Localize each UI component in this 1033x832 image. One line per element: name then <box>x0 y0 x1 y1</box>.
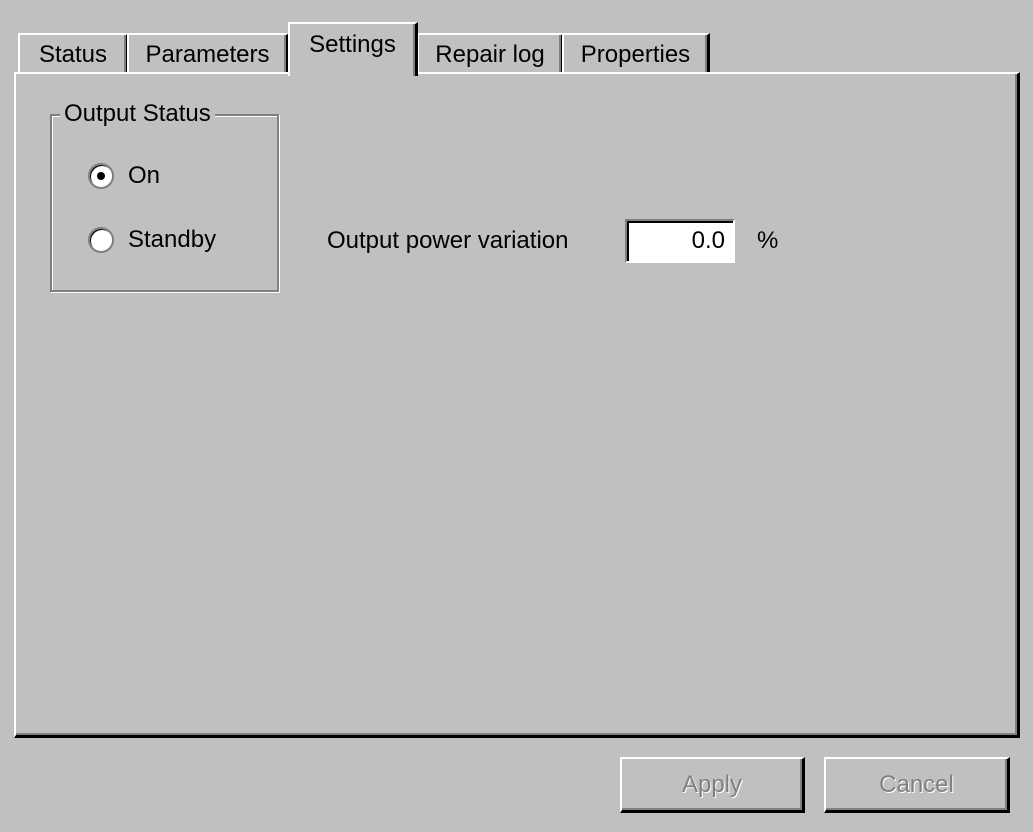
radio-on-label: On <box>128 162 161 189</box>
radio-unselected-icon[interactable] <box>88 227 114 253</box>
output-power-variation-input[interactable]: 0.0 <box>625 219 735 263</box>
cancel-button[interactable]: Cancel <box>824 757 1010 813</box>
output-status-groupbox <box>50 114 279 292</box>
percent-unit-label: % <box>757 227 779 254</box>
tab-status[interactable]: Status <box>18 33 129 73</box>
tab-properties[interactable]: Properties <box>562 33 710 73</box>
tab-parameters[interactable]: Parameters <box>127 33 289 73</box>
radio-on[interactable]: On <box>88 162 160 190</box>
tab-repair-log[interactable]: Repair log <box>417 33 564 73</box>
tab-settings[interactable]: Settings <box>288 22 418 76</box>
radio-standby-label: Standby <box>128 226 217 253</box>
apply-button[interactable]: Apply <box>620 757 805 813</box>
output-power-variation-label: Output power variation <box>327 227 569 254</box>
radio-standby[interactable]: Standby <box>88 226 216 254</box>
radio-selected-icon[interactable] <box>88 163 114 189</box>
output-status-title: Output Status <box>60 99 215 129</box>
radio-dot-icon <box>97 172 105 180</box>
